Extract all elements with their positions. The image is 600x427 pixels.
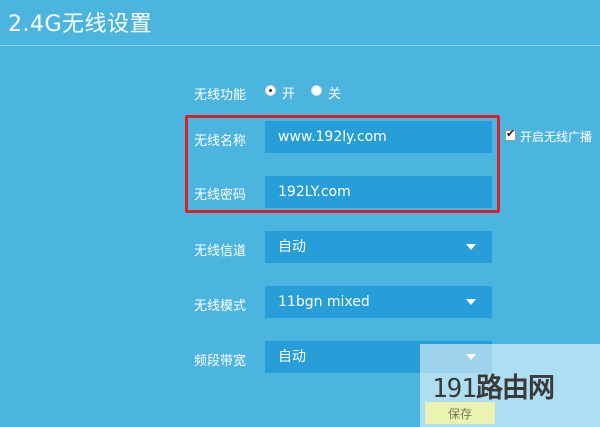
mode-select[interactable]: 11bgn mixed bbox=[265, 286, 492, 318]
highlight-box bbox=[185, 115, 500, 213]
watermark-digits: 191 bbox=[432, 374, 477, 404]
mode-label: 无线模式 bbox=[194, 299, 247, 314]
radio-on-label: 开 bbox=[282, 87, 296, 102]
page-title: 2.4G无线设置 bbox=[8, 12, 153, 37]
broadcast-label: 开启无线广播 bbox=[520, 130, 593, 144]
chevron-down-icon bbox=[466, 299, 476, 305]
wireless-function-label: 无线功能 bbox=[194, 88, 247, 103]
check-icon: ✔ bbox=[506, 127, 516, 140]
channel-value: 自动 bbox=[278, 239, 306, 255]
bandwidth-label: 频段带宽 bbox=[194, 354, 247, 369]
chevron-down-icon bbox=[466, 244, 476, 250]
broadcast-checkbox[interactable]: ✔ bbox=[505, 127, 516, 141]
radio-selected-dot bbox=[269, 89, 272, 92]
title-divider bbox=[0, 45, 600, 46]
watermark-text: 路由网 bbox=[475, 373, 555, 404]
radio-on[interactable] bbox=[265, 85, 276, 96]
watermark-logo: 191路由网 bbox=[432, 366, 555, 405]
radio-off[interactable] bbox=[311, 85, 322, 96]
radio-off-label: 关 bbox=[328, 87, 342, 102]
channel-select[interactable]: 自动 bbox=[265, 231, 492, 263]
mode-value: 11bgn mixed bbox=[278, 294, 370, 310]
save-button[interactable]: 保存 bbox=[425, 402, 495, 424]
bandwidth-value: 自动 bbox=[278, 349, 306, 365]
channel-label: 无线信道 bbox=[194, 244, 247, 259]
